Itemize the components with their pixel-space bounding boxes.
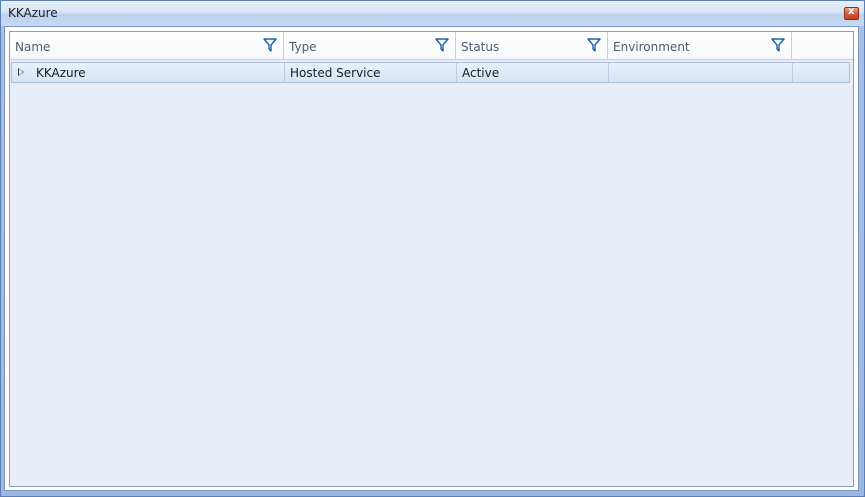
- client-area: Name Type Status Environment KKAzure Hos…: [4, 26, 859, 491]
- data-grid: Name Type Status Environment KKAzure Hos…: [9, 31, 854, 487]
- cell-environment: [609, 63, 793, 82]
- column-header-label: Status: [461, 40, 500, 54]
- column-header-name[interactable]: Name: [10, 32, 284, 59]
- title-bar[interactable]: KKAzure x: [1, 1, 864, 26]
- app-window: KKAzure x Name Type Status Environment K…: [0, 0, 865, 497]
- cell-type: Hosted Service: [285, 63, 457, 82]
- window-title: KKAzure: [8, 6, 58, 20]
- column-header-label: Type: [289, 40, 317, 54]
- cell-type-value: Hosted Service: [290, 66, 381, 80]
- cell-name: KKAzure: [12, 63, 285, 82]
- table-row[interactable]: KKAzure Hosted Service Active: [11, 62, 850, 83]
- cell-status-value: Active: [462, 66, 500, 80]
- filter-icon[interactable]: [263, 38, 277, 52]
- grid-header: Name Type Status Environment: [10, 32, 853, 60]
- filter-icon[interactable]: [587, 38, 601, 52]
- column-header-label: Environment: [613, 40, 690, 54]
- close-button[interactable]: x: [844, 6, 859, 20]
- filter-icon[interactable]: [435, 38, 449, 52]
- filter-icon[interactable]: [771, 38, 785, 52]
- column-header-type[interactable]: Type: [284, 32, 456, 59]
- column-header-environment[interactable]: Environment: [608, 32, 792, 59]
- column-header-label: Name: [15, 40, 51, 54]
- expand-arrow-icon[interactable]: [18, 68, 24, 76]
- cell-name-value: KKAzure: [36, 66, 86, 80]
- close-icon: x: [848, 6, 855, 17]
- cell-status: Active: [457, 63, 609, 82]
- column-header-status[interactable]: Status: [456, 32, 608, 59]
